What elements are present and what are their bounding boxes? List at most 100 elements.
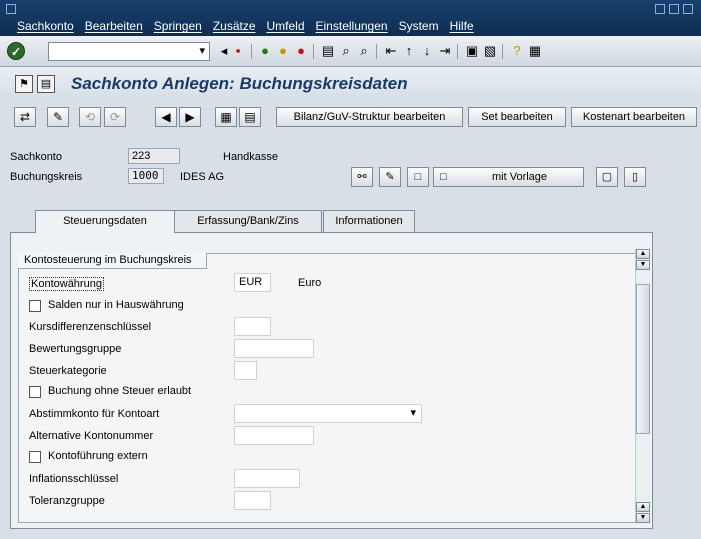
kontofuehrung-extern-checkbox[interactable] — [29, 451, 41, 463]
abstimmkonto-select[interactable]: ▾ — [234, 404, 422, 423]
layout-menu-icon[interactable]: ▦ — [527, 43, 543, 59]
scroll-down-icon[interactable]: ▼ — [636, 260, 650, 270]
document-icon[interactable]: ▤ — [37, 75, 55, 93]
vertical-scrollbar[interactable]: ▲ ▼ ▲ ▼ — [635, 249, 650, 524]
inflationsschluessel-input[interactable] — [234, 469, 300, 488]
inflationsschluessel-label: Inflationsschlüssel — [29, 473, 119, 485]
scroll-page-down-icon[interactable]: ▼ — [636, 513, 650, 523]
salden-hauswaehrung-checkbox[interactable] — [29, 300, 41, 312]
scroll-up-icon[interactable]: ▲ — [636, 249, 650, 259]
kontofuehrung-extern-label: Kontoführung extern — [48, 450, 148, 462]
alternative-kontonummer-label: Alternative Kontonummer — [29, 430, 154, 442]
cancel-icon[interactable]: ● — [293, 43, 309, 59]
print-icon[interactable]: ▤ — [320, 43, 336, 59]
hierarchy-icon[interactable]: ⚑ — [15, 75, 33, 93]
system-menu-icon[interactable] — [6, 4, 16, 14]
steuerkategorie-label: Steuerkategorie — [29, 365, 107, 377]
menu-einstellungen[interactable]: Einstellungen — [316, 19, 388, 33]
abstimmkonto-label: Abstimmkonto für Kontoart — [29, 408, 160, 420]
previous-icon[interactable]: ◀ — [155, 107, 177, 127]
alternative-kontonummer-input[interactable] — [234, 426, 314, 445]
set-bearbeiten-button[interactable]: Set bearbeiten — [468, 107, 566, 127]
menu-hilfe[interactable]: Hilfe — [450, 19, 474, 33]
notes-icon[interactable]: ▤ — [239, 107, 261, 127]
kostenart-bearbeiten-button[interactable]: Kostenart bearbeiten — [571, 107, 697, 127]
page-title: Sachkonto Anlegen: Buchungskreisdaten — [71, 74, 408, 93]
kontowaehrung-text: Euro — [298, 277, 322, 289]
find-next-icon[interactable]: ⌕ — [356, 43, 372, 59]
next-page-icon[interactable]: ↓ — [419, 43, 435, 59]
buchungskreis-label: Buchungskreis — [10, 171, 83, 183]
bilanz-guv-button[interactable]: Bilanz/GuV-Struktur bearbeiten — [276, 107, 463, 127]
scroll-thumb[interactable] — [636, 284, 650, 434]
title-bar: ⚑ ▤ Sachkonto Anlegen: Buchungskreisdate… — [0, 67, 701, 100]
create-icon[interactable]: □ — [407, 167, 429, 187]
minimize-icon[interactable] — [655, 4, 665, 14]
sachkonto-text: Handkasse — [223, 151, 279, 163]
group-title: Kontosteuerung im Buchungskreis — [18, 253, 207, 269]
menu-umfeld[interactable]: Umfeld — [267, 19, 305, 33]
mit-vorlage-button[interactable]: □ mit Vorlage — [433, 167, 584, 187]
ohne-steuer-label: Buchung ohne Steuer erlaubt — [48, 385, 192, 397]
other-object-icon[interactable]: ⇄ — [14, 107, 36, 127]
copy-template-icon[interactable]: ⟳ — [104, 107, 126, 127]
sachkonto-label: Sachkonto — [10, 151, 62, 163]
help-icon[interactable]: ? — [509, 43, 525, 59]
toolbar-separator — [313, 44, 314, 59]
tab-erfassung-bank-zins[interactable]: Erfassung/Bank/Zins — [174, 210, 322, 232]
toolbar-separator — [502, 44, 503, 59]
delete-icon[interactable]: ▯ — [624, 167, 646, 187]
toolbar-separator — [376, 44, 377, 59]
tab-informationen[interactable]: Informationen — [323, 210, 415, 232]
maximize-icon[interactable] — [669, 4, 679, 14]
toleranzgruppe-input[interactable] — [234, 491, 271, 510]
toolbar-separator — [251, 44, 252, 59]
display-change-icon[interactable]: ✎ — [47, 107, 69, 127]
first-page-icon[interactable]: ⇤ — [383, 43, 399, 59]
bewertungsgruppe-label: Bewertungsgruppe — [29, 343, 122, 355]
edit-object-icon[interactable]: ▦ — [215, 107, 237, 127]
command-history-icon[interactable]: ▾ — [199, 44, 205, 57]
ohne-steuer-checkbox[interactable] — [29, 386, 41, 398]
save-icon[interactable]: ▪ — [230, 43, 246, 59]
sachkonto-field[interactable]: 223 — [128, 148, 180, 164]
display-glasses-icon[interactable]: ⚯ — [351, 167, 373, 187]
exit-icon[interactable]: ● — [275, 43, 291, 59]
command-field[interactable]: ▾ — [48, 42, 210, 61]
toolbar-separator — [457, 44, 458, 59]
bewertungsgruppe-input[interactable] — [234, 339, 314, 358]
salden-hauswaehrung-label: Salden nur in Hauswährung — [48, 299, 184, 311]
menu-springen[interactable]: Springen — [154, 19, 202, 33]
enter-check-icon[interactable]: ✓ — [7, 42, 25, 60]
menu-zusaetze[interactable]: Zusätze — [213, 19, 256, 33]
next-icon[interactable]: ▶ — [179, 107, 201, 127]
standard-toolbar: ✓ ▾ ◂ ▪ ● ● ● ▤ ⌕ ⌕ ⇤ ↑ ↓ ⇥ ▣ ▧ ? ▦ — [0, 36, 701, 67]
menu-system[interactable]: System — [399, 19, 439, 33]
mit-vorlage-label: mit Vorlage — [492, 171, 548, 183]
last-page-icon[interactable]: ⇥ — [437, 43, 453, 59]
find-icon[interactable]: ⌕ — [338, 43, 354, 59]
back-icon[interactable]: ● — [257, 43, 273, 59]
shortcut-icon[interactable]: ▧ — [482, 43, 498, 59]
previous-page-icon[interactable]: ↑ — [401, 43, 417, 59]
steuerkategorie-input[interactable] — [234, 361, 257, 380]
menu-bearbeiten[interactable]: Bearbeiten — [85, 19, 143, 33]
kursdifferenzen-input[interactable] — [234, 317, 271, 336]
application-toolbar: ⇄ ✎ ⟲ ⟳ ◀ ▶ ▦ ▤ Bilanz/GuV-Struktur bear… — [0, 103, 701, 132]
scroll-page-up-icon[interactable]: ▲ — [636, 502, 650, 512]
menu-sachkonto[interactable]: Sachkonto — [17, 19, 74, 33]
lock-icon[interactable]: ▢ — [596, 167, 618, 187]
kontowaehrung-input[interactable]: EUR — [234, 273, 271, 292]
copy-icon[interactable]: ⟲ — [79, 107, 101, 127]
toleranzgruppe-label: Toleranzgruppe — [29, 495, 105, 507]
new-session-icon[interactable]: ▣ — [464, 43, 480, 59]
kontowaehrung-label: Kontowährung — [29, 277, 104, 291]
template-icon: □ — [440, 171, 447, 183]
dropdown-icon[interactable]: ▾ — [410, 405, 416, 422]
change-pencil-icon[interactable]: ✎ — [379, 167, 401, 187]
buchungskreis-field[interactable]: 1000 — [128, 168, 164, 184]
close-window-icon[interactable] — [683, 4, 693, 14]
menu-bar: Sachkonto Bearbeiten Springen Zusätze Um… — [0, 0, 701, 36]
tab-steuerungsdaten[interactable]: Steuerungsdaten — [35, 210, 175, 233]
buchungskreis-text: IDES AG — [180, 171, 225, 183]
